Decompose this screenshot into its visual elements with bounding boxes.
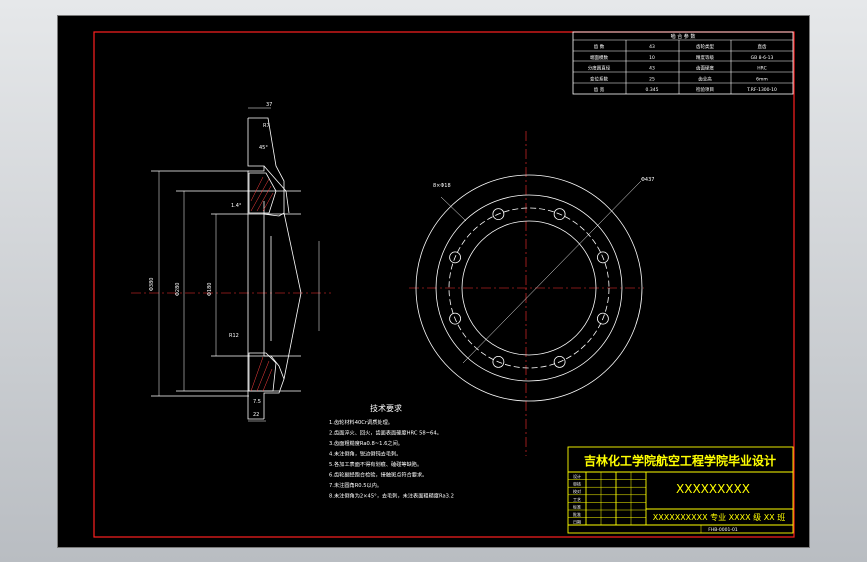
drawing-canvas[interactable]: 啮 合 参 数 齿 数 43 齿轮类型 直齿端面模数 10 精度等级 GB 8-6-13 分度… (57, 15, 810, 548)
param-cell: 6mm (756, 76, 768, 82)
param-cell: 齿轮类型 (696, 43, 714, 50)
param-cell: 齿 数 (594, 43, 605, 50)
svg-text:Φ380: Φ380 (149, 278, 155, 291)
title-block-text: 吉林化工学院航空工程学院毕业设计 XXXXXXXXX XXXXXXXXXX 专业… (584, 453, 785, 533)
title-block-label: 标准 (573, 503, 581, 509)
tech-requirements: 技术要求 1.齿轮材料40Cr调质处理。 2.齿面淬火、回火，齿面表面硬度HRC … (329, 403, 454, 500)
tech-item: 8.未注倒角为2×45°，去毛刺，未注表面粗糙度Ra3.2 (329, 492, 454, 500)
tech-item: 1.齿轮材料40Cr调质处理。 (329, 418, 393, 426)
tech-item: 2.齿面淬火、回火，齿面表面硬度HRC 58~64。 (329, 429, 442, 437)
tech-item: 3.齿面粗糙度Ra0.8~1.6之间。 (329, 439, 403, 447)
param-cell: 25 (649, 76, 655, 82)
svg-text:22: 22 (253, 412, 259, 418)
svg-text:Φ437: Φ437 (641, 177, 654, 183)
param-cell: HRC (757, 66, 766, 72)
param-cell: 分度圆直径 (588, 65, 611, 72)
title-block-label: 校对 (573, 488, 581, 494)
param-cell: 43 (649, 44, 655, 50)
param-cell: 0.345 (646, 87, 659, 93)
drawing-code: FHB-0001-01 (708, 527, 738, 533)
section-view (131, 107, 331, 422)
param-cell: T.RF-1300-10 (746, 87, 777, 93)
svg-text:Φ280: Φ280 (175, 283, 181, 296)
param-cell: 齿面硬度 (696, 65, 714, 72)
major-line: XXXXXXXXXX 专业 XXXX 级 XX 班 (653, 512, 785, 522)
param-cell: GB 8-6-13 (751, 55, 774, 61)
param-cell: 齿全高 (698, 75, 712, 82)
params-table: 啮 合 参 数 (572, 31, 794, 95)
section-dimensions: 37 R7 45° 1.4° Φ380 Φ280 Φ180 R12 7.5 22 (149, 102, 272, 418)
title-block-label: 设计 (573, 473, 581, 479)
svg-text:37: 37 (266, 102, 272, 108)
title-block-label: 工艺 (573, 497, 581, 502)
title-block-label: 批准 (573, 511, 581, 517)
svg-text:R12: R12 (229, 333, 239, 339)
param-cell: 精度等级 (696, 54, 714, 61)
svg-text:R7: R7 (263, 123, 270, 129)
svg-text:8×Φ18: 8×Φ18 (433, 183, 451, 189)
tech-item: 4.未注倒角，锐边倒钝去毛刺。 (329, 450, 401, 458)
front-view (409, 131, 644, 456)
param-cell: 10 (649, 55, 655, 61)
param-cell: 端面模数 (590, 54, 608, 61)
param-cell: 变位系数 (590, 75, 608, 82)
front-dimensions: 8×Φ18 Φ437 (433, 177, 654, 189)
svg-text:1.4°: 1.4° (231, 203, 242, 209)
svg-text:Φ180: Φ180 (207, 283, 213, 296)
params-header: 啮 合 参 数 (671, 33, 696, 40)
svg-text:7.5: 7.5 (253, 399, 261, 405)
param-cell: 齿 宽 (594, 86, 605, 93)
section-hatch (250, 176, 274, 392)
drawing-name: XXXXXXXXX (676, 482, 750, 496)
title-block-label: 日期 (573, 519, 581, 525)
title-block-labels: 设计审核校对工艺标准批准日期 (573, 473, 581, 525)
params-rows: 齿 数 43 齿轮类型 直齿端面模数 10 精度等级 GB 8-6-13 分度圆直径 43 齿面硬… (588, 43, 777, 93)
cad-drawing: 啮 合 参 数 齿 数 43 齿轮类型 直齿端面模数 10 精度等级 GB 8-6-13 分度… (93, 31, 795, 538)
tech-item: 6.齿轮副经跑合检验，接触斑点符合要求。 (329, 471, 427, 479)
param-cell: 检验项目 (696, 86, 714, 93)
school-title: 吉林化工学院航空工程学院毕业设计 (584, 453, 776, 468)
tech-item: 5.各加工表面不得有划痕、磕碰等缺陷。 (329, 460, 422, 468)
svg-text:45°: 45° (259, 145, 268, 151)
param-cell: 直齿 (758, 43, 767, 50)
tech-item: 7.未注圆角R0.5以内。 (329, 481, 382, 489)
title-block-label: 审核 (573, 481, 581, 487)
svg-text:技术要求: 技术要求 (370, 403, 402, 413)
param-cell: 43 (649, 66, 655, 72)
